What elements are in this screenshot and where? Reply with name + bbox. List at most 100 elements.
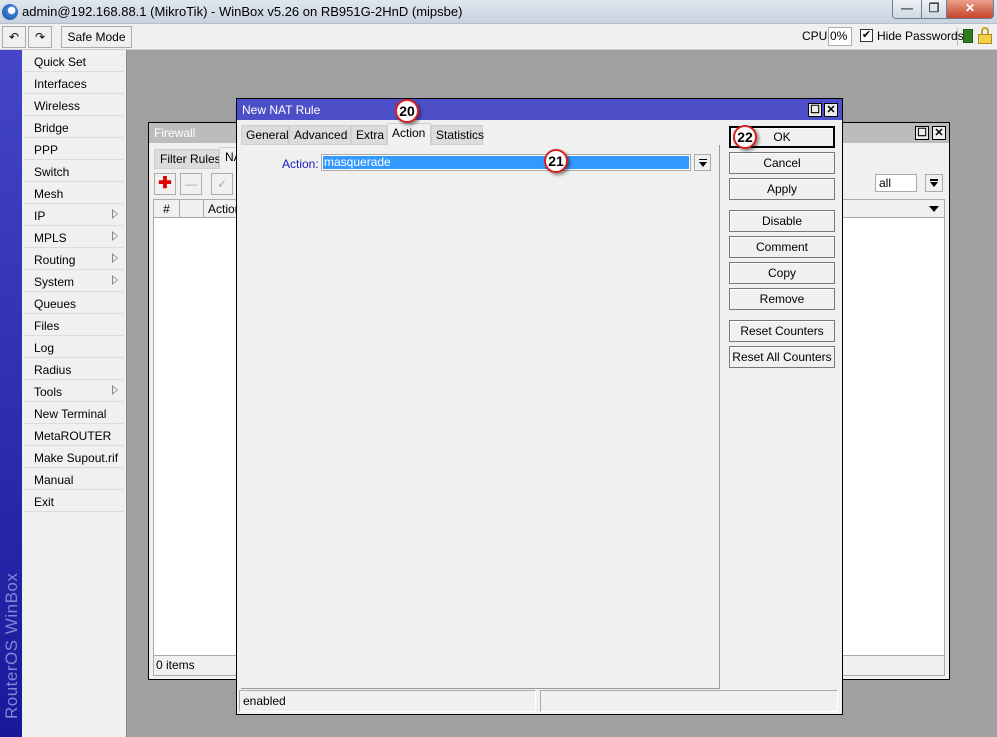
check-icon: ✔ (861, 29, 872, 41)
remove-button[interactable]: Remove (729, 288, 835, 310)
hide-passwords-label[interactable]: Hide Passwords (877, 29, 964, 43)
submenu-arrow-icon (112, 385, 118, 395)
tab-filter-rules[interactable]: Filter Rules (154, 149, 221, 169)
dialog-title-bar[interactable]: New NAT Rule (237, 99, 842, 120)
restore-button[interactable]: ❐ (921, 0, 947, 19)
menu-item-routing[interactable]: Routing (24, 248, 124, 270)
menu-item-label: Exit (34, 495, 55, 509)
menu-item-label: Queues (34, 297, 77, 311)
column-number[interactable]: # (154, 200, 180, 218)
menu-item-make-supout-rif[interactable]: Make Supout.rif (24, 446, 124, 468)
submenu-arrow-icon (112, 253, 118, 263)
hide-passwords-checkbox[interactable]: ✔ (860, 29, 873, 42)
firewall-close-button[interactable]: ✕ (932, 126, 946, 140)
reset-all-counters-button[interactable]: Reset All Counters (729, 346, 835, 368)
menu-item-new-terminal[interactable]: New Terminal (24, 402, 124, 424)
column-chooser-button[interactable] (926, 201, 942, 217)
filter-dropdown-button[interactable] (925, 174, 943, 192)
firewall-maximize-button[interactable]: ☐ (915, 126, 929, 140)
remove-button[interactable]: — (180, 173, 202, 195)
submenu-arrow-icon (112, 231, 118, 241)
menu-item-tools[interactable]: Tools (24, 380, 124, 402)
status-cell-empty (540, 690, 838, 712)
comment-button[interactable]: Comment (729, 236, 835, 258)
dialog-maximize-button[interactable]: ☐ (808, 103, 822, 117)
close-button[interactable]: ✕ (946, 0, 994, 19)
redo-button[interactable]: ↷ (28, 26, 52, 48)
tab-action[interactable]: Action (387, 123, 431, 146)
close-icon: ✕ (964, 1, 976, 15)
menu-item-manual[interactable]: Manual (24, 468, 124, 490)
reset-counters-button[interactable]: Reset Counters (729, 320, 835, 342)
enable-button[interactable]: ✓ (211, 173, 233, 195)
restore-icon: ❐ (928, 1, 940, 15)
copy-button[interactable]: Copy (729, 262, 835, 284)
menu-item-label: Bridge (34, 121, 69, 135)
menu-item-label: PPP (34, 143, 59, 157)
action-tab-panel (241, 145, 720, 689)
menu-item-mesh[interactable]: Mesh (24, 182, 124, 204)
menu-item-system[interactable]: System (24, 270, 124, 292)
disable-button[interactable]: Disable (729, 210, 835, 232)
menu-item-quick-set[interactable]: Quick Set (24, 50, 124, 72)
dialog-close-button[interactable]: ✕ (824, 103, 838, 117)
menu-item-label: Quick Set (34, 55, 87, 69)
menu-item-label: Files (34, 319, 60, 333)
action-label: Action: (282, 157, 319, 171)
minimize-button[interactable]: — (892, 0, 922, 19)
apply-button[interactable]: Apply (729, 178, 835, 200)
menu-item-files[interactable]: Files (24, 314, 124, 336)
rule-status: enabled (239, 690, 536, 712)
undo-button[interactable]: ↶ (2, 26, 26, 48)
action-dropdown-button[interactable] (694, 154, 711, 171)
menu-item-label: MPLS (34, 231, 67, 245)
menu-item-queues[interactable]: Queues (24, 292, 124, 314)
action-select[interactable]: masquerade (321, 154, 691, 171)
column-flags[interactable] (180, 200, 204, 218)
lock-icon (978, 27, 992, 44)
menu-item-label: Switch (34, 165, 70, 179)
menu-item-switch[interactable]: Switch (24, 160, 124, 182)
brand-text: RouterOS WinBox (2, 572, 21, 719)
menu-item-label: MetaROUTER (34, 429, 112, 443)
cancel-button[interactable]: Cancel (729, 152, 835, 174)
tab-statistics[interactable]: Statistics (431, 125, 484, 145)
redo-icon: ↷ (34, 30, 46, 44)
menu-item-mpls[interactable]: MPLS (24, 226, 124, 248)
remove-icon: — (185, 177, 197, 191)
enable-icon: ✓ (216, 177, 228, 191)
menu-item-label: IP (34, 209, 46, 223)
menu-item-interfaces[interactable]: Interfaces (24, 72, 124, 94)
menu-item-label: Radius (34, 363, 72, 377)
menu-item-ip[interactable]: IP (24, 204, 124, 226)
winbox-logo-icon (2, 4, 18, 20)
minimize-icon: — (901, 1, 913, 15)
firewall-title: Firewall (154, 126, 196, 140)
submenu-arrow-icon (112, 275, 118, 285)
tab-general[interactable]: General (241, 125, 289, 145)
window-title-bar: admin@192.168.88.1 (MikroTik) - WinBox v… (0, 0, 997, 24)
dropdown-arrow-icon (930, 179, 938, 187)
new-nat-rule-dialog: New NAT Rule ☐ ✕ General Advanced Extra … (236, 98, 843, 715)
menu-item-radius[interactable]: Radius (24, 358, 124, 380)
close-icon: ✕ (934, 127, 944, 139)
add-button[interactable]: ✚ (154, 173, 176, 195)
maximize-icon: ☐ (810, 104, 820, 116)
tab-extra[interactable]: Extra (351, 125, 387, 145)
cpu-value: 0% (828, 27, 852, 46)
undo-icon: ↶ (8, 30, 20, 44)
menu-item-exit[interactable]: Exit (24, 490, 124, 512)
menu-item-wireless[interactable]: Wireless (24, 94, 124, 116)
menu-item-metarouter[interactable]: MetaROUTER (24, 424, 124, 446)
menu-item-label: Interfaces (34, 77, 87, 91)
toolbar-divider (957, 28, 958, 46)
safe-mode-button[interactable]: Safe Mode (61, 26, 132, 48)
menu-item-label: System (34, 275, 75, 289)
tab-advanced[interactable]: Advanced (289, 125, 351, 145)
menu-item-label: Routing (34, 253, 76, 267)
menu-item-ppp[interactable]: PPP (24, 138, 124, 160)
menu-item-log[interactable]: Log (24, 336, 124, 358)
menu-item-label: Manual (34, 473, 74, 487)
menu-item-bridge[interactable]: Bridge (24, 116, 124, 138)
filter-select[interactable]: all (875, 174, 917, 192)
